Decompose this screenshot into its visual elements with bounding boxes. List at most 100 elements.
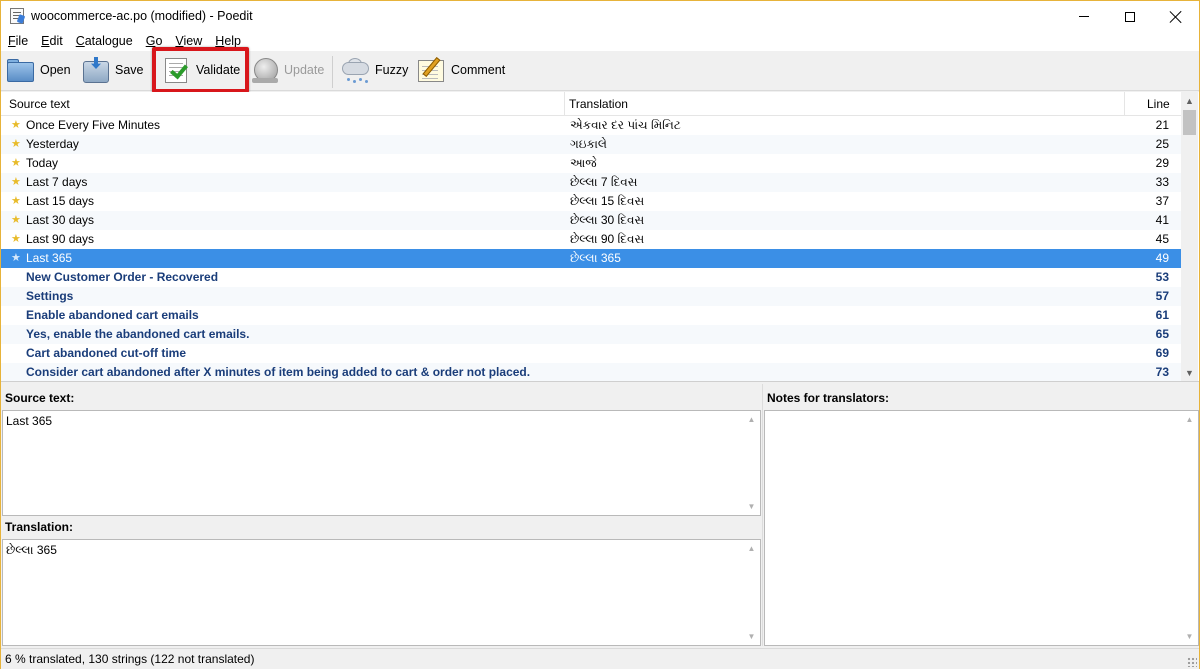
resize-grip-icon[interactable] [1187,657,1197,667]
column-header-source[interactable]: Source text [9,92,70,116]
strings-list: Source text Translation Line ★ Once Every… [1,92,1199,382]
source-text-box[interactable]: Last 365 ▲ ▼ [2,410,761,516]
update-button-label: Update [284,63,325,77]
maximize-button[interactable] [1107,1,1153,32]
table-row[interactable]: ★ Once Every Five Minutes એકવાર દર પાંચ મિ… [1,116,1181,135]
menu-file-label: ile [15,34,29,48]
menu-catalogue[interactable]: Catalogue [69,32,139,51]
table-row[interactable]: ★ Last 90 days છેલ્લા 90 દિવસ 45 [1,230,1181,249]
row-source-text: Consider cart abandoned after X minutes … [26,365,531,379]
status-bar: 6 % translated, 130 strings (122 not tra… [1,648,1199,669]
title-bar: woocommerce-ac.po (modified) - Poedit [1,1,1199,32]
notes-for-translators-box[interactable]: ▲ ▼ [764,410,1199,646]
table-row[interactable]: Consider cart abandoned after X minutes … [1,363,1181,381]
menu-view-label: iew [183,34,203,48]
table-row[interactable]: ★ Last 365 છેલ્લા 365 49 [1,249,1181,268]
scroll-up-arrow-icon[interactable]: ▲ [743,411,760,428]
menu-file[interactable]: File [1,32,34,51]
open-button-label: Open [40,63,71,77]
table-row[interactable]: ★ Last 30 days છેલ્લા 30 દિવસ 41 [1,211,1181,230]
translation-label: Translation: [5,520,74,534]
row-translation-text: છેલ્લા 90 દિવસ [570,232,645,246]
row-translation-text: છેલ્લા 7 દિવસ [570,175,638,189]
star-icon: ★ [11,119,21,131]
row-source-text: New Customer Order - Recovered [26,270,219,284]
menu-help-label: elp [224,34,241,48]
scroll-down-arrow-icon[interactable]: ▼ [743,628,760,645]
table-row[interactable]: Cart abandoned cut-off time 69 [1,344,1181,363]
close-icon [1170,11,1182,23]
scroll-down-arrow-icon[interactable]: ▼ [743,498,760,515]
row-line-number: 25 [1155,137,1169,151]
table-row[interactable]: Yes, enable the abandoned cart emails. 65 [1,325,1181,344]
close-button[interactable] [1153,1,1199,32]
table-row[interactable]: Enable abandoned cart emails 61 [1,306,1181,325]
scroll-down-arrow-icon[interactable]: ▼ [1181,628,1198,645]
scroll-up-arrow-icon[interactable]: ▲ [1181,92,1198,109]
save-icon [81,55,111,85]
column-divider[interactable] [1124,92,1125,116]
update-button[interactable]: Update [250,53,324,87]
pane-splitter[interactable] [762,384,763,646]
fuzzy-button[interactable]: Fuzzy [341,53,408,87]
row-line-number: 65 [1155,327,1169,341]
star-icon: ★ [11,252,21,264]
row-source-text: Last 7 days [26,175,88,189]
menu-edit-label: dit [49,34,63,48]
source-text-scrollbar[interactable]: ▲ ▼ [743,411,760,515]
poedit-app-icon [10,8,24,24]
table-row[interactable]: ★ Yesterday ગઇકાલે 25 [1,135,1181,154]
row-translation-text: છેલ્લા 15 દિવસ [570,194,645,208]
validate-highlight-frame [152,47,249,93]
translation-scrollbar[interactable]: ▲ ▼ [743,540,760,645]
table-row[interactable]: New Customer Order - Recovered 53 [1,268,1181,287]
menu-go-label: o [155,34,163,48]
table-row[interactable]: Settings 57 [1,287,1181,306]
update-globe-icon [250,55,280,85]
table-row[interactable]: ★ Last 7 days છેલ્લા 7 દિવસ 33 [1,173,1181,192]
star-icon: ★ [11,214,21,226]
row-line-number: 69 [1155,346,1169,360]
notes-for-translators-label: Notes for translators: [767,391,890,405]
row-source-text: Yesterday [26,137,79,151]
row-source-text: Once Every Five Minutes [26,118,161,132]
table-row[interactable]: ★ Today આજે 29 [1,154,1181,173]
row-source-text: Last 90 days [26,232,95,246]
row-translation-text: છેલ્લા 30 દિવસ [570,213,645,227]
source-text-label: Source text: [5,391,75,405]
save-button-label: Save [115,63,144,77]
menu-edit-accel: E [41,34,50,48]
menu-view-accel: V [175,34,184,48]
row-line-number: 61 [1155,308,1169,322]
menu-go-accel: G [145,34,156,48]
comment-notepad-icon [417,55,447,85]
column-divider[interactable] [564,92,565,116]
star-icon: ★ [11,138,21,150]
scroll-thumb[interactable] [1183,110,1196,135]
star-icon: ★ [11,195,21,207]
column-header-translation[interactable]: Translation [569,92,628,116]
menu-catalogue-label: atalogue [84,34,133,48]
scroll-up-arrow-icon[interactable]: ▲ [1181,411,1198,428]
fuzzy-button-label: Fuzzy [375,63,409,77]
translation-value: છેલ્લા 365 [6,543,57,557]
minimize-button[interactable] [1061,1,1107,32]
translation-input[interactable]: છેલ્લા 365 ▲ ▼ [2,539,761,646]
list-scrollbar[interactable]: ▲ ▼ [1181,92,1198,381]
row-line-number: 21 [1155,118,1169,132]
save-button[interactable]: Save [81,53,144,87]
row-line-number: 49 [1155,251,1169,265]
open-button[interactable]: Open [6,53,71,87]
row-translation-text: ગઇકાલે [570,137,607,151]
row-source-text: Last 15 days [26,194,95,208]
scroll-down-arrow-icon[interactable]: ▼ [1181,364,1198,381]
notes-scrollbar[interactable]: ▲ ▼ [1181,411,1198,645]
source-text-value: Last 365 [6,414,53,428]
comment-button[interactable]: Comment [417,53,505,87]
column-header-line[interactable]: Line [1147,92,1170,116]
menu-edit[interactable]: Edit [34,32,69,51]
scroll-up-arrow-icon[interactable]: ▲ [743,540,760,557]
table-row[interactable]: ★ Last 15 days છેલ્લા 15 દિવસ 37 [1,192,1181,211]
list-header: Source text Translation Line [1,92,1181,116]
list-rows: ★ Once Every Five Minutes એકવાર દર પાંચ મિ… [1,116,1181,381]
